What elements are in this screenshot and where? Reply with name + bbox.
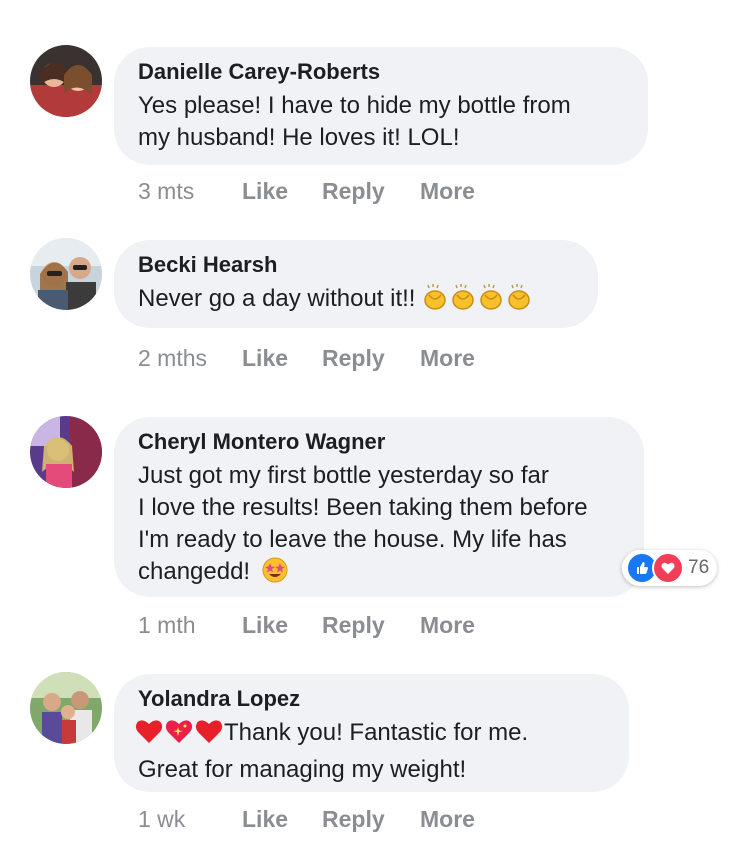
comment-bubble: Danielle Carey-Roberts Yes please! I hav… [114, 47, 648, 165]
like-button[interactable]: Like [242, 805, 322, 833]
more-button[interactable]: More [420, 344, 475, 372]
comment-text: Thank you! Fantastic for me. Great for m… [135, 717, 605, 786]
comment-timestamp[interactable]: 1 wk [138, 805, 242, 833]
love-reaction-icon [652, 552, 684, 584]
reactions-summary[interactable]: 76 [622, 550, 718, 586]
avatar[interactable] [30, 45, 102, 117]
clapping-hands-icon [478, 283, 506, 320]
comment-author[interactable]: Yolandra Lopez [138, 685, 605, 713]
like-button[interactable]: Like [242, 611, 322, 639]
reply-button[interactable]: Reply [322, 344, 420, 372]
comment-timestamp[interactable]: 2 mths [138, 344, 242, 372]
comment-text-line: Thank you! Fantastic for me. [224, 719, 529, 746]
more-button[interactable]: More [420, 805, 475, 833]
sparkling-heart-icon [164, 717, 194, 754]
star-struck-icon [261, 556, 289, 593]
comment-actions: 2 mths Like Reply More [138, 344, 475, 372]
reaction-count: 76 [688, 557, 710, 578]
comment-text-line: Never go a day without it!! [138, 285, 416, 312]
comment-text-line: Just got my first bottle yesterday so fa… [138, 462, 549, 489]
red-heart-icon [134, 717, 164, 754]
avatar[interactable] [30, 416, 102, 488]
comment-author[interactable]: Becki Hearsh [138, 251, 574, 279]
comment-text-line: my husband! He loves it! LOL! [138, 124, 460, 151]
red-heart-icon [194, 717, 224, 754]
avatar[interactable] [30, 672, 102, 744]
comment-bubble: Becki Hearsh Never go a day without it!! [114, 240, 598, 328]
more-button[interactable]: More [420, 611, 475, 639]
comment-text: Just got my first bottle yesterday so fa… [138, 460, 620, 593]
comment-actions: 1 wk Like Reply More [138, 805, 475, 833]
comment-timestamp[interactable]: 1 mth [138, 611, 242, 639]
comment-text-line: I love the results! Been taking them bef… [138, 494, 588, 521]
comment-text: Never go a day without it!! [138, 283, 574, 320]
comment-author[interactable]: Cheryl Montero Wagner [138, 428, 620, 456]
comment-text: Yes please! I have to hide my bottle fro… [138, 90, 624, 154]
more-button[interactable]: More [420, 177, 475, 205]
like-button[interactable]: Like [242, 344, 322, 372]
comment-timestamp[interactable]: 3 mts [138, 177, 242, 205]
comment-text-line: changedd! [138, 558, 251, 585]
comment-text-line-first: Thank you! Fantastic for me. [134, 717, 605, 754]
reply-button[interactable]: Reply [322, 611, 420, 639]
like-button[interactable]: Like [242, 177, 322, 205]
clapping-hands-icon [506, 283, 534, 320]
avatar[interactable] [30, 238, 102, 310]
comment-bubble: Yolandra Lopez Thank you! Fantastic for … [114, 674, 629, 792]
comment-text-line: I'm ready to leave the house. My life ha… [138, 526, 567, 553]
comment-bubble: Cheryl Montero Wagner Just got my first … [114, 417, 644, 597]
reply-button[interactable]: Reply [322, 805, 420, 833]
comment-text-line: Great for managing my weight! [138, 756, 467, 783]
clapping-hands-icon [422, 283, 450, 320]
comment-author[interactable]: Danielle Carey-Roberts [138, 58, 624, 86]
reply-button[interactable]: Reply [322, 177, 420, 205]
comment-actions: 3 mts Like Reply More [138, 177, 475, 205]
comment-text-line-last: changedd! [138, 556, 620, 593]
comment-text-line: Yes please! I have to hide my bottle fro… [138, 92, 571, 119]
comment-actions: 1 mth Like Reply More [138, 611, 475, 639]
clapping-hands-icon [450, 283, 478, 320]
